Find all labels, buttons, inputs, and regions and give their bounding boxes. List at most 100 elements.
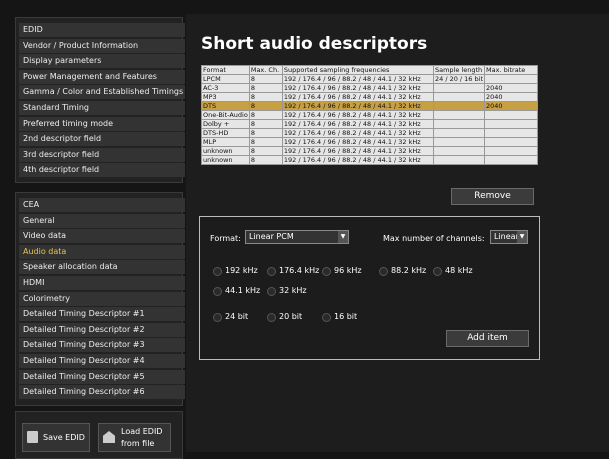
table-cell: 8 — [248, 101, 283, 111]
remove-button[interactable]: Remove — [451, 188, 534, 205]
table-cell — [432, 110, 486, 120]
edid-item-3rd-descriptor-field[interactable]: 3rd descriptor field — [19, 147, 185, 162]
radio-label: 48 kHz — [445, 266, 473, 275]
table-cell — [484, 146, 538, 156]
format-label: Format: — [210, 234, 241, 243]
radio-label: 44.1 kHz — [225, 286, 261, 295]
cea-item-cea[interactable]: CEA — [19, 198, 185, 212]
edid-item-display-parameters[interactable]: Display parameters — [19, 54, 185, 69]
table-cell: Dolby + — [201, 119, 250, 129]
cea-item-detailed-timing-descriptor-6[interactable]: Detailed Timing Descriptor #6 — [19, 385, 185, 400]
channels-select[interactable]: Linear ▼ — [490, 230, 528, 244]
table-cell — [484, 155, 538, 165]
load-icon — [103, 431, 115, 443]
table-cell: 2040 — [484, 92, 538, 102]
cea-item-hdmi[interactable]: HDMI — [19, 276, 185, 290]
cea-item-video-data[interactable]: Video data — [19, 229, 185, 244]
table-row[interactable]: MLP 8 192 / 176.4 / 96 / 88.2 / 48 / 44.1 … — [201, 137, 538, 147]
cea-item-speaker-allocation-data[interactable]: Speaker allocation data — [19, 260, 185, 275]
table-cell: 2040 — [484, 101, 538, 111]
table-header-row: Format Max. Ch. Supported sampling frequ… — [201, 65, 538, 75]
col-header-max-bitrate: Max. bitrate — [484, 65, 538, 75]
table-cell: 8 — [248, 137, 283, 147]
edid-item-preferred-timing-mode[interactable]: Preferred timing mode — [19, 116, 185, 131]
radio-label: 88.2 kHz — [391, 266, 427, 275]
cea-item-detailed-timing-descriptor-2[interactable]: Detailed Timing Descriptor #2 — [19, 322, 185, 337]
chevron-down-icon: ▼ — [517, 231, 527, 243]
edid-item-gamma-color-and-established-timings[interactable]: Gamma / Color and Established Timings — [19, 85, 185, 100]
table-row[interactable]: Dolby +8 192 / 176.4 / 96 / 88.2 / 48 / 4… — [201, 119, 538, 129]
radio-circle-icon — [267, 287, 276, 296]
table-cell — [432, 119, 486, 129]
table-cell: 192 / 176.4 / 96 / 88.2 / 48 / 44.1 / 32… — [281, 119, 434, 129]
table-cell: AC-3 — [201, 83, 250, 93]
load-edid-label: Load EDID — [121, 427, 163, 436]
table-row[interactable]: One-Bit-Audio 8 192 / 176.4 / 96 / 88.2 / … — [201, 110, 538, 120]
table-cell — [484, 119, 538, 129]
table-cell: 8 — [248, 74, 283, 84]
load-edid-button[interactable]: Load EDID from file — [98, 423, 171, 452]
edid-item-vendor-product-information[interactable]: Vendor / Product Information — [19, 38, 185, 53]
edid-item-power-management-and-features[interactable]: Power Management and Features — [19, 69, 185, 84]
radio-circle-icon — [213, 313, 222, 322]
edid-item-edid[interactable]: EDID — [19, 23, 185, 37]
table-cell — [484, 137, 538, 147]
edid-item-2nd-descriptor-field[interactable]: 2nd descriptor field — [19, 132, 185, 147]
table-cell — [432, 128, 486, 138]
cea-item-colorimetry[interactable]: Colorimetry — [19, 291, 185, 306]
cea-item-general[interactable]: General — [19, 213, 185, 228]
col-header-max-ch: Max. Ch. — [248, 65, 283, 75]
audio-descriptor-table: Format Max. Ch. Supported sampling frequ… — [201, 65, 538, 165]
table-row[interactable]: unknown 8 192 / 176.4 / 96 / 88.2 / 48 / 4… — [201, 146, 538, 156]
chevron-down-icon: ▼ — [338, 231, 348, 243]
radio-circle-icon — [267, 267, 276, 276]
table-row[interactable]: MP3 8 192 / 176.4 / 96 / 88.2 / 48 / 44.1 … — [201, 92, 538, 102]
cea-item-detailed-timing-descriptor-4[interactable]: Detailed Timing Descriptor #4 — [19, 354, 185, 368]
edid-item-4th-descriptor-field[interactable]: 4th descriptor field — [19, 163, 185, 178]
radio-circle-icon — [433, 267, 442, 276]
table-cell: 8 — [248, 128, 283, 138]
add-item-button[interactable]: Add item — [446, 330, 529, 347]
cea-item-audio-data[interactable]: Audio data — [19, 244, 185, 259]
cea-item-detailed-timing-descriptor-3[interactable]: Detailed Timing Descriptor #3 — [19, 338, 185, 353]
table-cell: 8 — [248, 110, 283, 120]
table-cell: 2040 — [484, 83, 538, 93]
table-row[interactable]: DTS 8 192 / 176.4 / 96 / 88.2 / 48 / 44.1 … — [201, 101, 538, 111]
table-cell — [484, 128, 538, 138]
format-select-value: Linear PCM — [249, 232, 294, 241]
radio-label: 16 bit — [334, 312, 358, 321]
table-cell — [484, 110, 538, 120]
table-cell: 192 / 176.4 / 96 / 88.2 / 48 / 44.1 / 32… — [281, 137, 434, 147]
save-edid-label: Save EDID — [43, 433, 85, 442]
table-cell: 192 / 176.4 / 96 / 88.2 / 48 / 44.1 / 32… — [281, 155, 434, 165]
table-cell: 192 / 176.4 / 96 / 88.2 / 48 / 44.1 / 32… — [281, 83, 434, 93]
cea-item-detailed-timing-descriptor-5[interactable]: Detailed Timing Descriptor #5 — [19, 369, 185, 384]
table-row[interactable]: LPCM 8 192 / 176.4 / 96 / 88.2 / 48 / 44.1… — [201, 74, 538, 84]
save-edid-button[interactable]: Save EDID — [22, 423, 90, 452]
radio-circle-icon — [213, 267, 222, 276]
table-cell: MP3 — [201, 92, 250, 102]
table-cell: 24 / 20 / 16 bit — [432, 74, 486, 84]
table-cell: LPCM — [201, 74, 250, 84]
table-row[interactable]: DTS-HD 8 192 / 176.4 / 96 / 88.2 / 48 / 44… — [201, 128, 538, 138]
radio-label: 20 bit — [279, 312, 303, 321]
table-row[interactable]: unknown 8 192 / 176.4 / 96 / 88.2 / 48 / 4… — [201, 155, 538, 165]
table-cell: One-Bit-Audio — [201, 110, 250, 120]
radio-circle-icon — [267, 313, 276, 322]
format-select[interactable]: Linear PCM ▼ — [245, 230, 349, 244]
table-cell — [484, 74, 538, 84]
page-title: Short audio descriptors — [201, 34, 428, 54]
table-row[interactable]: AC-3 8 192 / 176.4 / 96 / 88.2 / 48 / 44.1… — [201, 83, 538, 93]
table-cell: 8 — [248, 83, 283, 93]
edid-item-standard-timing[interactable]: Standard Timing — [19, 101, 185, 115]
table-cell: MLP — [201, 137, 250, 147]
table-cell — [432, 146, 486, 156]
table-cell: 8 — [248, 155, 283, 165]
cea-item-detailed-timing-descriptor-1[interactable]: Detailed Timing Descriptor #1 — [19, 307, 185, 322]
table-cell: 8 — [248, 92, 283, 102]
table-cell — [432, 137, 486, 147]
table-cell — [432, 83, 486, 93]
table-cell: 192 / 176.4 / 96 / 88.2 / 48 / 44.1 / 32… — [281, 128, 434, 138]
table-cell: 8 — [248, 146, 283, 156]
save-icon — [27, 431, 38, 443]
